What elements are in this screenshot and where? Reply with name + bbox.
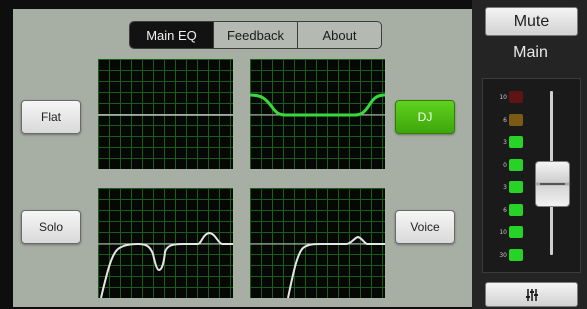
meter-scale-label: 3 — [503, 184, 507, 191]
meter-led — [509, 226, 523, 238]
voice-preset-button[interactable]: Voice — [395, 210, 455, 244]
fader-handle-line — [540, 183, 565, 185]
fader-handle[interactable] — [535, 161, 570, 207]
meter-led — [509, 248, 523, 261]
flat-preset-button[interactable]: Flat — [21, 100, 81, 134]
mixer-sliders-icon — [525, 288, 538, 301]
mute-button[interactable]: Mute — [485, 7, 578, 36]
meter-scale-label: 6 — [503, 116, 507, 124]
dj-eq-graph[interactable] — [250, 59, 385, 169]
flat-eq-graph[interactable] — [98, 59, 233, 169]
meter-row: 30 — [487, 248, 523, 262]
meter-scale-label: 0 — [503, 161, 507, 169]
mixer-settings-button[interactable] — [485, 282, 578, 307]
meter-scale-label: 3 — [503, 139, 507, 146]
channel-label: Main — [513, 44, 548, 61]
meter-scale-label: 10 — [499, 229, 507, 236]
meter-row: 0 — [487, 158, 523, 172]
level-meter-panel: 10 6 3 0 3 6 10 30 — [482, 78, 581, 273]
meter-led — [509, 113, 523, 126]
meter-row: 6 — [487, 113, 523, 127]
solo-eq-curve — [100, 231, 233, 298]
tab-main-eq[interactable]: Main EQ — [130, 22, 213, 48]
meter-row: 10 — [487, 91, 523, 104]
dj-eq-curve — [250, 93, 385, 117]
voice-eq-graph[interactable] — [250, 188, 385, 298]
tab-about[interactable]: About — [297, 22, 381, 48]
tab-bar: Main EQ Feedback About — [129, 21, 382, 49]
voice-eq-curve — [287, 235, 385, 298]
solo-preset-button[interactable]: Solo — [21, 210, 81, 244]
meter-led — [509, 181, 523, 193]
meter-row: 10 — [487, 226, 523, 239]
meter-led — [509, 203, 523, 216]
meter-row: 6 — [487, 203, 523, 217]
meter-scale-label: 6 — [503, 206, 507, 214]
meter-row: 3 — [487, 136, 523, 149]
eq-main-panel: Main EQ Feedback About Flat DJ Solo Voic… — [13, 9, 472, 307]
solo-eq-graph[interactable] — [98, 188, 233, 298]
meter-row: 3 — [487, 181, 523, 194]
dj-preset-button[interactable]: DJ — [395, 100, 455, 134]
meter-scale-label: 10 — [499, 94, 507, 101]
meter-scale-label: 30 — [499, 251, 507, 259]
channel-strip: Mute Main 10 6 3 0 3 6 10 30 — [472, 0, 587, 309]
meter-led — [509, 136, 523, 148]
tab-feedback[interactable]: Feedback — [213, 22, 297, 48]
meter-led — [509, 158, 523, 171]
meter-led — [509, 91, 523, 103]
